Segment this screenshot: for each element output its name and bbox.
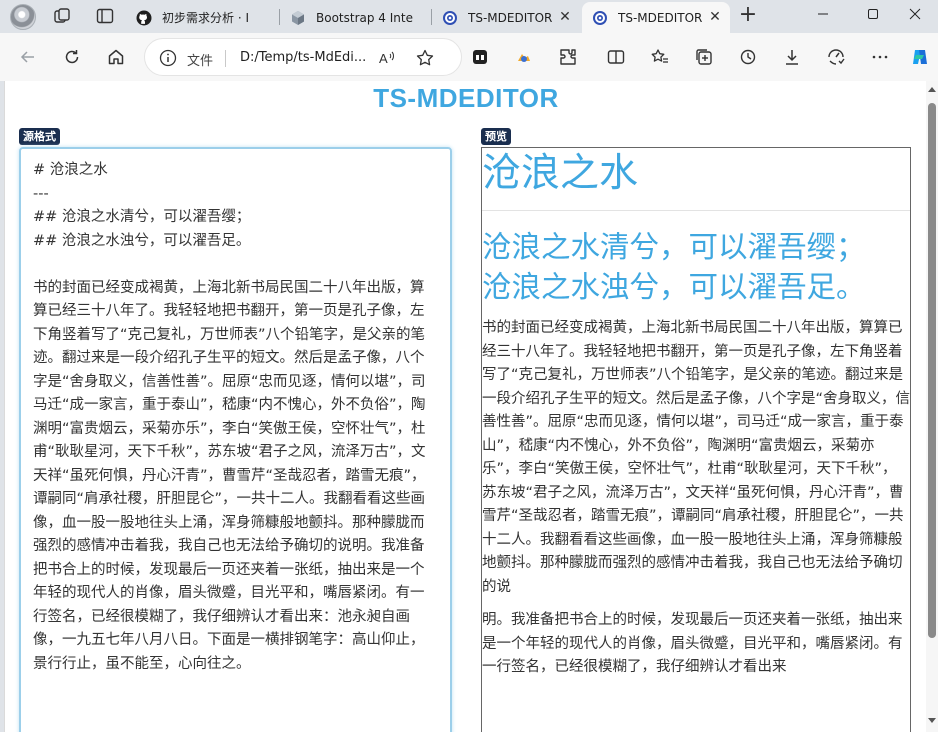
read-aloud-icon[interactable]: A [377,48,397,68]
editor-line: ## 沧浪之水清兮，可以濯吾缨； [33,209,251,225]
extensions-icon[interactable] [556,45,580,69]
home-icon [108,49,124,65]
cube-icon [290,10,306,26]
scheme-label: 文件 [187,54,214,69]
preview-paragraph: 书的封面已经变成褐黄，上海北新书局民国二十八年出版，算算已经三十八年了。我轻轻地… [482,320,911,595]
tab-label: Bootstrap 4 Inte [316,10,413,25]
tab-ts-mdeditor[interactable]: TS-MDEDITOR ✕ [432,2,580,33]
close-icon[interactable]: ✕ [708,10,722,24]
tab-label: TS-MDEDITOR [468,10,553,25]
tab-strip: 初步需求分析 · I Bootstrap 4 Inte TS-MDEDITOR … [0,0,938,33]
new-tab-button[interactable]: + [737,4,759,27]
profile-avatar[interactable] [10,4,36,30]
performance-icon[interactable] [824,45,848,69]
url-text[interactable]: D:/Temp/ts-MdEdi... [240,50,368,65]
editor-line: ## 沧浪之水浊兮，可以濯吾足。 [33,232,251,249]
editor-line: # 沧浪之水 [33,162,108,178]
refresh-button[interactable] [60,45,84,69]
info-icon[interactable] [159,49,177,67]
svg-text:A: A [379,51,388,66]
page-scrollbar[interactable] [926,81,938,732]
workspaces-icon[interactable] [52,6,72,26]
address-divider [225,50,226,67]
editor-line: 书的封面已经变成褐黄，上海北新书局民国二十八年出版，算算已经三十八年了。我轻轻地… [33,279,426,672]
history-icon[interactable] [736,45,760,69]
tab-ts-mdeditor-active[interactable]: TS-MDEDITOR ✕ [582,2,730,33]
refresh-icon [65,50,79,64]
downloads-icon[interactable] [780,45,804,69]
scroll-down-icon[interactable] [928,718,936,723]
more-menu-icon[interactable] [868,45,892,69]
home-button[interactable] [104,45,128,69]
copilot-icon[interactable] [908,45,932,69]
maximize-button[interactable] [850,0,896,28]
markdown-preview: 沧浪之水 沧浪之水清兮，可以濯吾缨； 沧浪之水浊兮，可以濯吾足。 书的封面已经变… [481,147,911,732]
target-icon [592,10,608,26]
tab-bootstrap[interactable]: Bootstrap 4 Inte [280,2,428,33]
editor-line: --- [33,185,49,202]
tab-github[interactable]: 初步需求分析 · I [126,2,276,33]
app-title: TS-MDEDITOR [373,83,559,113]
markdown-editor[interactable]: # 沧浪之水 --- ## 沧浪之水清兮，可以濯吾缨； ## 沧浪之水浊兮，可以… [19,147,452,732]
address-bar[interactable]: 文件 D:/Temp/ts-MdEdi... A [144,38,462,76]
close-icon[interactable]: ✕ [558,10,572,24]
scroll-up-icon[interactable] [928,87,936,92]
github-icon [136,10,152,26]
browser-toolbar: 文件 D:/Temp/ts-MdEdi... A [0,33,938,81]
page-viewport: TS-MDEDITOR 源格式 预览 # 沧浪之水 --- ## 沧浪之水清兮，… [4,81,926,732]
scrollbar-thumb[interactable] [928,103,936,638]
preview-heading-2-line: 沧浪之水清兮，可以濯吾缨； [482,230,866,264]
preview-paragraph: 明。我准备把书合上的时候，发现最后一页还夹着一张纸，抽出来是一个年轻的现代人的肖… [482,612,903,675]
collections-icon[interactable] [692,45,716,69]
preview-heading-2-line: 沧浪之水浊兮，可以濯吾足。 [482,270,866,304]
back-button[interactable] [16,45,40,69]
back-arrow-icon [20,51,34,63]
tab-label: 初步需求分析 · I [162,11,249,25]
favorite-star-icon[interactable] [415,48,435,68]
favorites-icon[interactable] [648,45,672,69]
close-window-button[interactable] [892,0,938,28]
source-pane-label: 源格式 [19,128,60,145]
preview-heading-1: 沧浪之水 [482,148,910,211]
tab-label: TS-MDEDITOR [618,10,703,25]
extension-app-icon[interactable] [468,45,492,69]
split-screen-icon[interactable] [604,45,628,69]
preview-heading-2: 沧浪之水清兮，可以濯吾缨； 沧浪之水浊兮，可以濯吾足。 [482,227,910,307]
target-icon [442,10,458,26]
tab-actions-icon[interactable] [95,6,115,26]
preview-pane-label: 预览 [481,128,511,145]
minimize-button[interactable] [800,0,846,28]
extension-cloud-icon[interactable] [512,45,536,69]
